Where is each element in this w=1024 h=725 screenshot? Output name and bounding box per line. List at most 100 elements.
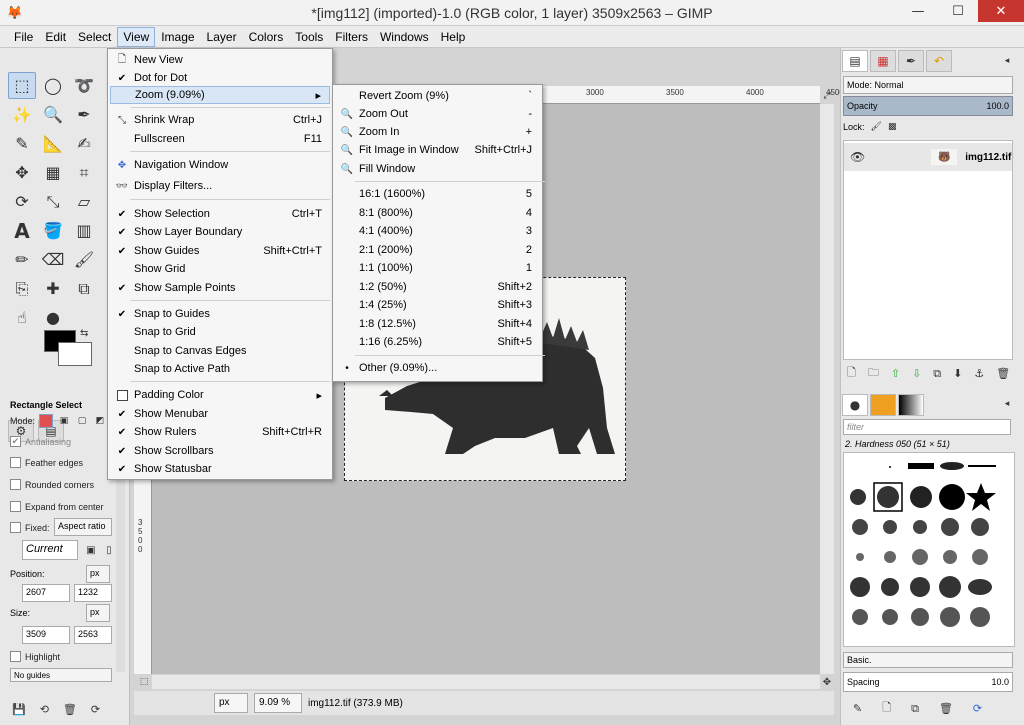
channels-tab-icon[interactable]: ▦ bbox=[870, 50, 896, 72]
quick-mask-icon[interactable]: ⬚ bbox=[138, 676, 150, 688]
zoom-other[interactable]: • Other (9.09%)... bbox=[335, 359, 540, 377]
zoom-revert[interactable]: Revert Zoom (9%) ` bbox=[335, 87, 540, 105]
new-layer-icon[interactable]: 🗋 bbox=[847, 364, 856, 383]
new-group-icon[interactable]: 🗀 bbox=[868, 364, 879, 383]
delete-brush-icon[interactable]: 🗑 bbox=[939, 699, 953, 718]
gradient-icon[interactable]: ▥ bbox=[70, 217, 98, 244]
zoom-in[interactable]: 🔍 Zoom In + bbox=[335, 123, 540, 141]
airbrush-icon[interactable]: 🖌 bbox=[70, 246, 98, 273]
zoom-1-4[interactable]: 1:4 (25%) Shift+3 bbox=[335, 296, 540, 314]
minimize-button[interactable]: — bbox=[898, 0, 938, 22]
visibility-eye-icon[interactable]: 👁 bbox=[850, 150, 865, 164]
rotate-icon[interactable]: ⟳ bbox=[8, 188, 36, 215]
menu-select[interactable]: Select bbox=[72, 27, 117, 47]
paths-alt-icon[interactable]: ✍ bbox=[70, 130, 98, 157]
view-show-statusbar[interactable]: ✔ Show Statusbar bbox=[110, 460, 330, 478]
smudge-icon[interactable]: ☝ bbox=[8, 304, 36, 331]
view-show-sample-points[interactable]: ✔ Show Sample Points bbox=[110, 279, 330, 297]
gradients-tab-icon[interactable] bbox=[898, 394, 924, 416]
crop-icon[interactable]: ⌗ bbox=[70, 159, 98, 186]
menu-windows[interactable]: Windows bbox=[374, 27, 435, 47]
close-button[interactable]: ✕ bbox=[978, 0, 1024, 22]
ellipse-select-icon[interactable]: ◯ bbox=[39, 72, 67, 99]
fuzzy-select-icon[interactable]: ✨ bbox=[8, 101, 36, 128]
menu-edit[interactable]: Edit bbox=[39, 27, 72, 47]
zoom-fill-window[interactable]: 🔍 Fill Window bbox=[335, 160, 540, 178]
view-snap-to-active-path[interactable]: Snap to Active Path bbox=[110, 360, 330, 378]
dodge-burn-icon[interactable]: ● bbox=[39, 304, 67, 331]
navigate-icon[interactable]: ✥ bbox=[820, 675, 834, 689]
rect-select-icon[interactable]: ⬚ bbox=[8, 72, 36, 99]
patterns-tab-icon[interactable] bbox=[870, 394, 896, 416]
menu-layer[interactable]: Layer bbox=[201, 27, 243, 47]
lock-aspect-icon[interactable]: ▣ bbox=[84, 542, 98, 558]
maximize-button[interactable]: ☐ bbox=[938, 0, 978, 22]
zoom-1-8[interactable]: 1:8 (12.5%) Shift+4 bbox=[335, 315, 540, 333]
view-navigation-window[interactable]: ✥ Navigation Window bbox=[110, 156, 330, 174]
current-field[interactable]: Current bbox=[22, 540, 78, 560]
zoom-1-16[interactable]: 1:16 (6.25%) Shift+5 bbox=[335, 333, 540, 351]
lock-pixels-icon[interactable]: 🖌 bbox=[871, 122, 882, 132]
view-show-scrollbars[interactable]: ✔ Show Scrollbars bbox=[110, 442, 330, 460]
position-unit-dropdown[interactable]: px bbox=[86, 565, 110, 583]
scale-icon[interactable]: ⤡ bbox=[39, 188, 67, 215]
view-display-filters[interactable]: 👓 Display Filters... bbox=[110, 177, 330, 195]
brush-filter-input[interactable]: filter bbox=[843, 419, 1011, 435]
feather-checkbox[interactable] bbox=[10, 457, 21, 468]
zoom-16-1[interactable]: 16:1 (1600%) 5 bbox=[335, 185, 540, 203]
mode-replace-icon[interactable] bbox=[39, 414, 54, 428]
spacing-slider[interactable]: Spacing 10.0 bbox=[843, 672, 1013, 692]
delete-options-icon[interactable]: 🗑 bbox=[63, 703, 77, 716]
color-picker-icon[interactable]: ✎ bbox=[8, 130, 36, 157]
save-options-icon[interactable]: 💾 bbox=[12, 703, 26, 716]
brush-preset-dropdown[interactable]: Basic. bbox=[843, 652, 1013, 668]
delete-layer-icon[interactable]: 🗑 bbox=[996, 364, 1010, 383]
view-show-layer-boundary[interactable]: ✔ Show Layer Boundary bbox=[110, 223, 330, 241]
brush-grid[interactable] bbox=[843, 452, 1015, 647]
view-show-grid[interactable]: Show Grid bbox=[110, 260, 330, 278]
heal-icon[interactable]: ✚ bbox=[39, 275, 67, 302]
undo-tab-icon[interactable]: ↶ bbox=[926, 50, 952, 72]
align-icon[interactable]: ▦ bbox=[39, 159, 67, 186]
antialiasing-checkbox[interactable]: ✔ bbox=[10, 436, 21, 447]
lower-layer-icon[interactable]: ⇩ bbox=[912, 364, 921, 383]
fixed-checkbox[interactable] bbox=[10, 522, 21, 533]
horizontal-scrollbar[interactable] bbox=[152, 675, 820, 689]
highlight-checkbox[interactable] bbox=[10, 651, 21, 662]
view-snap-to-grid[interactable]: Snap to Grid bbox=[110, 323, 330, 341]
paths-tab-icon[interactable]: ✒ bbox=[898, 50, 924, 72]
view-padding-color[interactable]: Padding Color ▸ bbox=[110, 386, 330, 404]
merge-layer-icon[interactable]: ⬇ bbox=[953, 364, 962, 383]
size-unit-dropdown[interactable]: px bbox=[86, 604, 110, 622]
layer-mode-dropdown[interactable]: Mode: Normal bbox=[843, 76, 1013, 94]
zoom-4-1[interactable]: 4:1 (400%) 3 bbox=[335, 222, 540, 240]
mode-subtract-icon[interactable]: ▢ bbox=[75, 414, 89, 428]
position-y-field[interactable]: 1232 bbox=[74, 584, 112, 602]
configure-tab-icon[interactable]: ◂ bbox=[1000, 54, 1014, 68]
menu-tools[interactable]: Tools bbox=[289, 27, 329, 47]
opacity-slider[interactable]: Opacity 100.0 bbox=[843, 96, 1013, 116]
background-color[interactable] bbox=[58, 342, 92, 366]
view-show-guides[interactable]: ✔ Show Guides Shift+Ctrl+T bbox=[110, 242, 330, 260]
measure-icon[interactable]: 📐 bbox=[39, 130, 67, 157]
fixed-dropdown[interactable]: Aspect ratio bbox=[54, 518, 112, 536]
layers-tab-icon[interactable]: ▤ bbox=[842, 50, 868, 72]
zoom-8-1[interactable]: 8:1 (800%) 4 bbox=[335, 204, 540, 222]
zoom-tool-icon[interactable]: 🔍 bbox=[39, 101, 67, 128]
swap-colors-icon[interactable]: ⇆ bbox=[80, 328, 88, 339]
lock-alpha-icon[interactable]: ▩ bbox=[888, 122, 897, 132]
zoom-1-2[interactable]: 1:2 (50%) Shift+2 bbox=[335, 278, 540, 296]
zoom-2-1[interactable]: 2:1 (200%) 2 bbox=[335, 241, 540, 259]
size-h-field[interactable]: 2563 bbox=[74, 626, 112, 644]
brushes-tab-icon[interactable]: ● bbox=[842, 394, 868, 416]
view-snap-to-guides[interactable]: ✔ Snap to Guides bbox=[110, 305, 330, 323]
menu-help[interactable]: Help bbox=[435, 27, 472, 47]
zoom-toggle-icon[interactable]: ⤢ bbox=[820, 90, 834, 102]
zoom-1-1[interactable]: 1:1 (100%) 1 bbox=[335, 259, 540, 277]
zoom-fit-image[interactable]: 🔍 Fit Image in Window Shift+Ctrl+J bbox=[335, 141, 540, 159]
shear-icon[interactable]: ▱ bbox=[70, 188, 98, 215]
view-show-selection[interactable]: ✔ Show Selection Ctrl+T bbox=[110, 205, 330, 223]
view-snap-to-canvas-edges[interactable]: Snap to Canvas Edges bbox=[110, 342, 330, 360]
view-shrink-wrap[interactable]: ⤡ Shrink Wrap Ctrl+J bbox=[110, 111, 330, 129]
unit-dropdown[interactable]: px bbox=[214, 693, 248, 713]
